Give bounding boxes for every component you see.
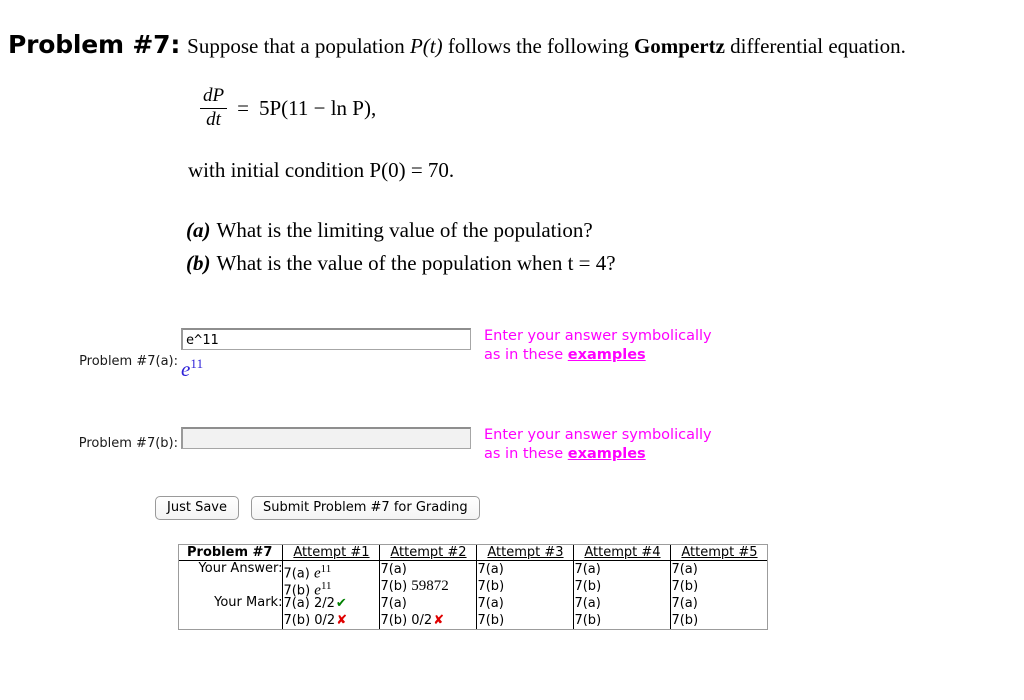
answer-hint-b: Enter your answer symbolically as in the… <box>484 426 712 464</box>
equation-right-hand-side: 5P(11 − ln P), <box>258 95 377 120</box>
answer-cell-4-part-b: 7(b) <box>574 579 602 594</box>
your-answer-row: Your Answer: 7(a) e11 7(b) e11 7(a) 7(b)… <box>179 560 768 599</box>
mark-cell-attempt-3: 7(a) 7(b) <box>476 595 574 629</box>
answer-cell-4-part-a: 7(a) <box>574 562 601 577</box>
attempts-table: Problem #7 Attempt #1 Attempt #2 Attempt… <box>178 544 769 630</box>
mark-cell-2-part-b: 7(b) 0/2✘ <box>380 613 445 628</box>
submit-for-grading-button[interactable]: Submit Problem #7 for Grading <box>251 496 480 520</box>
mark-cell-attempt-4: 7(a) 7(b) <box>573 595 671 629</box>
rendered-answer-a: e11 <box>181 356 203 382</box>
subquestion-a: (a) What is the limiting value of the pop… <box>186 218 593 243</box>
answer-row-b: Problem #7(b): Enter your answer symboli… <box>0 427 1024 467</box>
subquestion-b: (b) What is the value of the population w… <box>186 251 616 276</box>
answer-cell-attempt-1: 7(a) e11 7(b) e11 <box>282 560 380 599</box>
answer-cell-2-b-value: 59872 <box>411 578 449 594</box>
mark-cell-1-b-score: 0/2 <box>314 613 336 628</box>
mark-cell-1-part-b: 7(b) 0/2✘ <box>283 613 348 628</box>
mark-cell-5-part-a: 7(a) <box>671 596 698 611</box>
equals-sign: = <box>237 95 249 120</box>
initial-condition: with initial condition P(0) = 70. <box>188 158 455 182</box>
answer-hint-b-line2: as in these <box>484 446 568 462</box>
attempts-header-row: Problem #7 Attempt #1 Attempt #2 Attempt… <box>179 545 768 561</box>
attempt-header-2-link[interactable]: Attempt #2 <box>390 545 466 560</box>
answer-input-b[interactable] <box>181 427 471 449</box>
answer-hint-a-line2: as in these <box>484 347 568 363</box>
attempt-header-3[interactable]: Attempt #3 <box>476 545 574 561</box>
problem-number-label: Problem #7: <box>8 30 181 59</box>
examples-link-a[interactable]: examples <box>568 347 646 363</box>
mark-cell-4-part-b: 7(b) <box>574 613 602 628</box>
fraction-numerator: dP <box>203 85 225 106</box>
answer-hint-b-line1: Enter your answer symbolically <box>484 427 712 443</box>
answer-cell-1-a-exp: 11 <box>320 563 332 575</box>
answer-cell-attempt-2: 7(a) 7(b) 59872 <box>379 560 477 595</box>
answer-cell-attempt-3: 7(a) 7(b) <box>476 560 574 595</box>
attempt-header-5[interactable]: Attempt #5 <box>670 545 768 561</box>
fraction-denominator: dt <box>200 107 228 131</box>
correct-icon: ✔ <box>335 596 347 611</box>
answer-cell-1-part-a: 7(a) e11 <box>283 563 332 582</box>
subquestion-a-tag: (a) <box>186 218 211 242</box>
statement-variable-pt: P(t) <box>409 34 443 58</box>
answer-label-a: Problem #7(a): <box>79 354 178 369</box>
attempt-header-2[interactable]: Attempt #2 <box>379 545 477 561</box>
rendered-answer-a-base: e <box>181 357 191 381</box>
subquestion-b-text: What is the value of the population when… <box>216 251 616 275</box>
just-save-button[interactable]: Just Save <box>155 496 239 520</box>
mark-cell-3-part-b: 7(b) <box>477 613 505 628</box>
attempt-header-4[interactable]: Attempt #4 <box>573 545 671 561</box>
mark-cell-attempt-1: 7(a) 2/2✔ 7(b) 0/2✘ <box>282 595 380 629</box>
subquestion-b-tag: (b) <box>186 251 211 275</box>
mark-cell-2-b-score: 0/2 <box>411 613 433 628</box>
attempt-header-1[interactable]: Attempt #1 <box>282 545 380 561</box>
statement-part-3: differential equation. <box>724 34 906 58</box>
answer-row-a: Problem #7(a): Enter your answer symboli… <box>0 327 1024 381</box>
incorrect-icon: ✘ <box>336 613 348 628</box>
mark-cell-attempt-2: 7(a) 7(b) 0/2✘ <box>379 595 477 629</box>
attempt-header-3-link[interactable]: Attempt #3 <box>487 545 563 560</box>
mark-cell-4-part-a: 7(a) <box>574 596 601 611</box>
answer-cell-attempt-4: 7(a) 7(b) <box>573 560 671 595</box>
your-mark-row-label: Your Mark: <box>214 595 283 610</box>
answer-cell-2-part-a: 7(a) <box>380 562 407 577</box>
mark-cell-1-part-a: 7(a) 2/2✔ <box>283 596 347 611</box>
answer-cell-2-part-b: 7(b) 59872 <box>380 578 449 594</box>
answer-cell-1-b-exp: 11 <box>320 580 332 592</box>
derivative-fraction: dP dt <box>200 85 228 131</box>
answer-cell-attempt-5: 7(a) 7(b) <box>670 560 768 595</box>
attempt-header-1-link[interactable]: Attempt #1 <box>293 545 369 560</box>
your-mark-row: Your Mark: 7(a) 2/2✔ 7(b) 0/2✘ 7(a) 7(b)… <box>179 595 768 629</box>
mark-cell-1-a-score: 2/2 <box>314 596 335 611</box>
your-answer-row-label: Your Answer: <box>198 561 283 576</box>
statement-part-1: Suppose that a population <box>187 34 410 58</box>
mark-cell-3-part-a: 7(a) <box>477 596 504 611</box>
incorrect-icon: ✘ <box>433 613 445 628</box>
answer-cell-5-part-a: 7(a) <box>671 562 698 577</box>
attempt-header-4-link[interactable]: Attempt #4 <box>584 545 660 560</box>
statement-emphasis-gompertz: Gompertz <box>633 34 725 58</box>
subquestion-a-text: What is the limiting value of the popula… <box>216 218 593 242</box>
answer-cell-1-part-b: 7(b) e11 <box>283 580 332 599</box>
differential-equation: dP dt = 5P(11 − ln P), <box>200 85 377 131</box>
attempts-corner-label: Problem #7 <box>179 545 283 561</box>
rendered-answer-a-exponent: 11 <box>190 356 204 371</box>
answer-cell-5-part-b: 7(b) <box>671 579 699 594</box>
attempt-header-5-link[interactable]: Attempt #5 <box>681 545 757 560</box>
answer-input-a[interactable] <box>181 328 471 350</box>
answer-hint-a-line1: Enter your answer symbolically <box>484 328 712 344</box>
button-bar: Just Save Submit Problem #7 for Grading <box>155 496 480 520</box>
statement-part-2: follows the following <box>442 34 634 58</box>
answer-hint-a: Enter your answer symbolically as in the… <box>484 327 712 365</box>
examples-link-b[interactable]: examples <box>568 446 646 462</box>
mark-cell-2-part-a: 7(a) <box>380 596 407 611</box>
problem-statement: Suppose that a population P(t) follows t… <box>180 34 906 58</box>
answer-cell-3-part-a: 7(a) <box>477 562 504 577</box>
answer-label-b: Problem #7(b): <box>78 436 178 451</box>
problem-header: Problem #7: Suppose that a population P(t… <box>8 30 1008 59</box>
mark-cell-5-part-b: 7(b) <box>671 613 699 628</box>
mark-cell-attempt-5: 7(a) 7(b) <box>670 595 768 629</box>
answer-cell-3-part-b: 7(b) <box>477 579 505 594</box>
